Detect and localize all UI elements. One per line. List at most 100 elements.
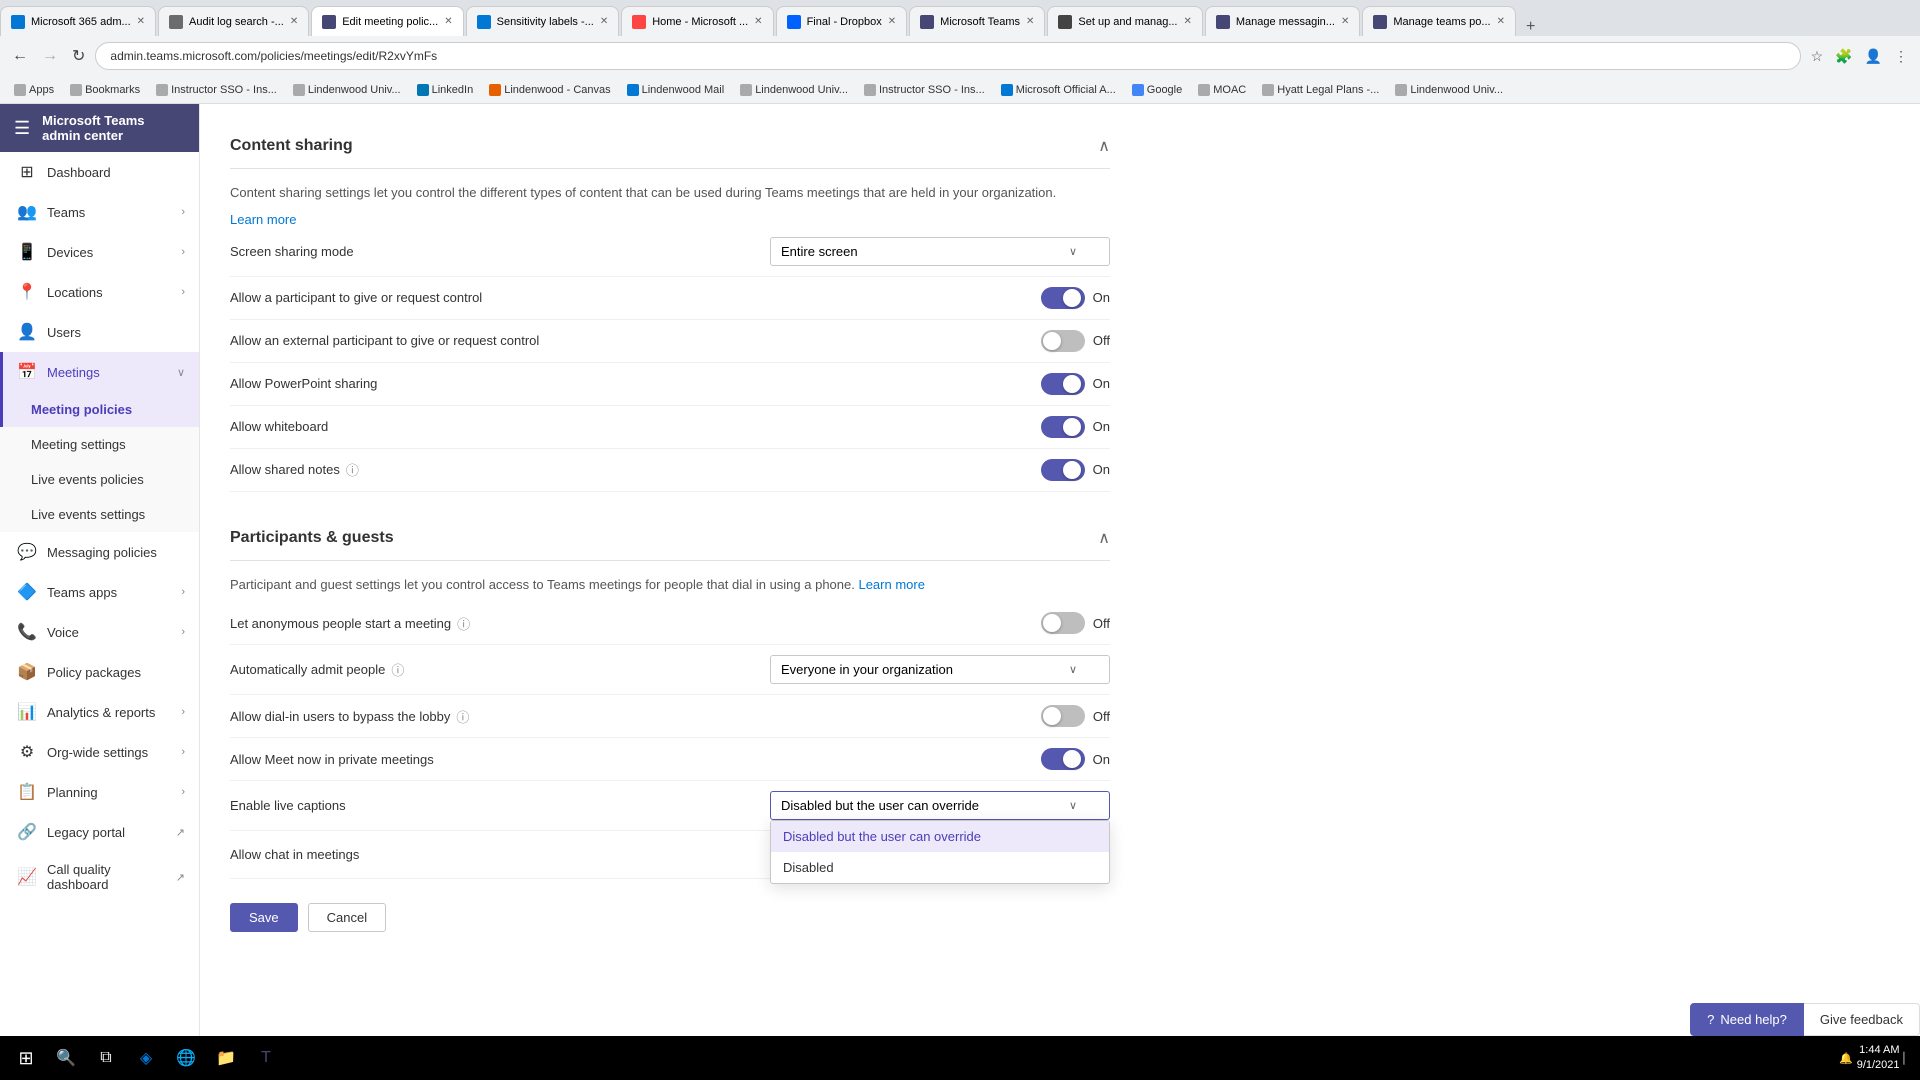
tab-6[interactable]: Final - Dropbox ✕	[776, 6, 908, 36]
content-sharing-collapse-button[interactable]: ∧	[1098, 136, 1110, 156]
sidebar-sub-live-events-settings[interactable]: Live events settings	[0, 497, 199, 532]
tab-close-10[interactable]: ✕	[1497, 16, 1505, 27]
anon-start-toggle[interactable]	[1041, 612, 1085, 634]
bookmark-moac[interactable]: MOAC	[1192, 82, 1252, 98]
tab-2[interactable]: Audit log search -... ✕	[158, 6, 309, 36]
content-sharing-learn-more[interactable]: Learn more	[230, 212, 296, 227]
start-button[interactable]: ⊞	[8, 1040, 44, 1076]
taskbar-teams[interactable]: T	[248, 1040, 284, 1076]
tab-close-6[interactable]: ✕	[888, 16, 896, 27]
bookmark-lindenwood3[interactable]: Lindenwood Univ...	[1389, 82, 1509, 98]
sidebar-item-call-quality[interactable]: 📈 Call quality dashboard ↗	[0, 852, 199, 902]
sidebar-item-analytics[interactable]: 📊 Analytics & reports ›	[0, 692, 199, 732]
bookmark-lindenwood2[interactable]: Lindenwood Univ...	[734, 82, 854, 98]
bookmark-button[interactable]: ☆	[1807, 46, 1828, 67]
sidebar-item-teams-apps[interactable]: 🔷 Teams apps ›	[0, 572, 199, 612]
bookmark-mail[interactable]: Lindenwood Mail	[621, 82, 731, 98]
anon-start-info-icon[interactable]: ⓘ	[457, 614, 470, 633]
bookmark-sso2[interactable]: Instructor SSO - Ins...	[858, 82, 991, 98]
bookmark-bookmarks[interactable]: Bookmarks	[64, 82, 146, 98]
tab-7[interactable]: Microsoft Teams ✕	[909, 6, 1045, 36]
give-feedback-button[interactable]: Give feedback	[1804, 1003, 1920, 1036]
sidebar-item-locations[interactable]: 📍 Locations ›	[0, 272, 199, 312]
sidebar-item-devices[interactable]: 📱 Devices ›	[0, 232, 199, 272]
taskbar-edge[interactable]: ◈	[128, 1040, 164, 1076]
tab-close-1[interactable]: ✕	[137, 16, 145, 27]
bookmark-microsoft[interactable]: Microsoft Official A...	[995, 82, 1122, 98]
tab-close-4[interactable]: ✕	[600, 16, 608, 27]
tab-3[interactable]: Edit meeting polic... ✕	[311, 6, 463, 36]
hamburger-button[interactable]: ☰	[14, 118, 30, 139]
sidebar-label-meeting-settings: Meeting settings	[31, 437, 185, 452]
need-help-button[interactable]: ? Need help?	[1690, 1003, 1804, 1036]
dial-in-bypass-toggle[interactable]	[1041, 705, 1085, 727]
participants-learn-more[interactable]: Learn more	[858, 577, 924, 592]
address-bar[interactable]: admin.teams.microsoft.com/policies/meeti…	[95, 42, 1800, 70]
tab-close-8[interactable]: ✕	[1184, 16, 1192, 27]
taskbar-explorer[interactable]: 📁	[208, 1040, 244, 1076]
sidebar-sub-live-events-policies[interactable]: Live events policies	[0, 462, 199, 497]
taskbar-search[interactable]: 🔍	[48, 1040, 84, 1076]
sidebar-item-users[interactable]: 👤 Users	[0, 312, 199, 352]
taskbar-show-desktop[interactable]: ▏	[1904, 1052, 1912, 1065]
tab-8[interactable]: Set up and manag... ✕	[1047, 6, 1202, 36]
tab-close-5[interactable]: ✕	[754, 16, 762, 27]
sidebar-item-planning[interactable]: 📋 Planning ›	[0, 772, 199, 812]
sidebar-item-voice[interactable]: 📞 Voice ›	[0, 612, 199, 652]
tab-close-2[interactable]: ✕	[290, 16, 298, 27]
cancel-button[interactable]: Cancel	[308, 903, 386, 932]
shared-notes-info-icon[interactable]: ⓘ	[346, 460, 359, 479]
taskbar-task-view[interactable]: ⧉	[88, 1040, 124, 1076]
sidebar-item-meetings[interactable]: 📅 Meetings ∨	[0, 352, 199, 392]
sidebar-item-policy-packages[interactable]: 📦 Policy packages	[0, 652, 199, 692]
tab-close-7[interactable]: ✕	[1026, 16, 1034, 27]
sidebar-item-messaging[interactable]: 💬 Messaging policies	[0, 532, 199, 572]
meet-now-toggle[interactable]	[1041, 748, 1085, 770]
auto-admit-dropdown[interactable]: Everyone in your organization ∨	[770, 655, 1110, 684]
tab-4[interactable]: Sensitivity labels -... ✕	[466, 6, 620, 36]
sidebar-item-teams[interactable]: 👥 Teams ›	[0, 192, 199, 232]
new-tab-button[interactable]: +	[1518, 18, 1543, 36]
participant-control-toggle[interactable]	[1041, 287, 1085, 309]
participants-collapse-button[interactable]: ∧	[1098, 528, 1110, 548]
taskbar-date-display: 9/1/2021	[1857, 1058, 1900, 1073]
sidebar-sub-meeting-settings[interactable]: Meeting settings	[0, 427, 199, 462]
tab-10[interactable]: Manage teams po... ✕	[1362, 6, 1516, 36]
live-captions-option-1[interactable]: Disabled but the user can override	[771, 821, 1109, 852]
bookmark-canvas[interactable]: Lindenwood - Canvas	[483, 82, 616, 98]
bookmark-lindenwood1[interactable]: Lindenwood Univ...	[287, 82, 407, 98]
tab-5[interactable]: Home - Microsoft ... ✕	[621, 6, 773, 36]
screen-sharing-control: Entire screen ∨	[770, 237, 1110, 266]
external-control-toggle[interactable]	[1041, 330, 1085, 352]
forward-button[interactable]: →	[38, 43, 62, 69]
tab-close-3[interactable]: ✕	[444, 16, 452, 27]
tab-close-9[interactable]: ✕	[1341, 16, 1349, 27]
sidebar-sub-meeting-policies[interactable]: Meeting policies	[0, 392, 199, 427]
tab-9[interactable]: Manage messagin... ✕	[1205, 6, 1360, 36]
extensions-button[interactable]: 🧩	[1831, 46, 1856, 67]
tab-1[interactable]: Microsoft 365 adm... ✕	[0, 6, 156, 36]
menu-button[interactable]: ⋮	[1890, 46, 1912, 67]
bookmark-google[interactable]: Google	[1126, 82, 1188, 98]
shared-notes-toggle[interactable]	[1041, 459, 1085, 481]
save-button[interactable]: Save	[230, 903, 298, 932]
live-captions-dropdown[interactable]: Disabled but the user can override ∨	[770, 791, 1110, 820]
bookmark-apps[interactable]: Apps	[8, 82, 60, 98]
sidebar-item-dashboard[interactable]: ⊞ Dashboard	[0, 152, 199, 192]
powerpoint-toggle[interactable]	[1041, 373, 1085, 395]
refresh-button[interactable]: ↻	[68, 42, 89, 70]
bookmark-hyatt[interactable]: Hyatt Legal Plans -...	[1256, 82, 1385, 98]
sidebar-item-org-wide[interactable]: ⚙ Org-wide settings ›	[0, 732, 199, 772]
profile-button[interactable]: 👤	[1861, 46, 1886, 67]
bookmark-linkedin[interactable]: LinkedIn	[411, 82, 480, 98]
back-button[interactable]: ←	[8, 43, 32, 69]
bookmark-sso1[interactable]: Instructor SSO - Ins...	[150, 82, 283, 98]
live-captions-option-2[interactable]: Disabled	[771, 852, 1109, 883]
auto-admit-info-icon[interactable]: ⓘ	[391, 660, 404, 679]
whiteboard-toggle[interactable]	[1041, 416, 1085, 438]
taskbar-ie[interactable]: 🌐	[168, 1040, 204, 1076]
dial-in-bypass-info-icon[interactable]: ⓘ	[456, 707, 469, 726]
sidebar-item-legacy-portal[interactable]: 🔗 Legacy portal ↗	[0, 812, 199, 852]
meet-now-label: Allow Meet now in private meetings	[230, 752, 1041, 767]
screen-sharing-dropdown[interactable]: Entire screen ∨	[770, 237, 1110, 266]
